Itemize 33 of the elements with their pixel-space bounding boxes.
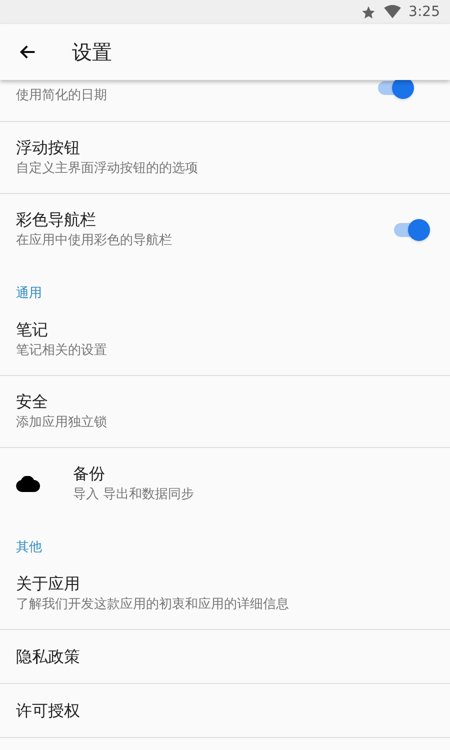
toggle-switch[interactable] xyxy=(392,219,430,241)
settings-row[interactable]: 关于应用 了解我们开发这款应用的初衷和应用的详细信息 xyxy=(0,558,450,630)
settings-row[interactable]: 使用简化的日期 xyxy=(0,80,450,122)
row-title: 备份 xyxy=(73,463,106,485)
row-title: 笔记 xyxy=(16,319,49,341)
row-title: 彩色导航栏 xyxy=(16,209,97,231)
row-subtitle: 了解我们开发这款应用的初衷和应用的详细信息 xyxy=(16,596,290,614)
row-title: 浮动按钮 xyxy=(16,137,81,159)
row-subtitle: 导入 导出和数据同步 xyxy=(73,486,196,504)
settings-row[interactable]: 许可授权 xyxy=(0,684,450,738)
status-time: 3:25 xyxy=(408,2,440,22)
settings-row[interactable]: 备份 导入 导出和数据同步 xyxy=(0,448,450,519)
row-subtitle: 笔记相关的设置 xyxy=(16,342,108,360)
row-subtitle: 添加应用独立锁 xyxy=(16,414,108,432)
wifi-icon xyxy=(384,5,401,19)
section-header: 通用 xyxy=(16,285,43,303)
screen-title: 设置 xyxy=(72,39,112,66)
settings-row[interactable]: 浮动按钮 自定义主界面浮动按钮的的选项 xyxy=(0,122,450,194)
row-title: 关于应用 xyxy=(16,573,81,595)
row-title: 安全 xyxy=(16,391,49,413)
section-header: 其他 xyxy=(16,539,43,557)
cloud-icon xyxy=(16,476,40,492)
settings-row[interactable]: 隐私政策 xyxy=(0,630,450,684)
row-title: 许可授权 xyxy=(16,700,81,722)
row-title: 隐私政策 xyxy=(16,646,81,668)
settings-row[interactable]: 笔记 笔记相关的设置 xyxy=(0,304,450,376)
row-subtitle: 在应用中使用彩色的导航栏 xyxy=(16,232,173,250)
star-icon xyxy=(360,4,376,20)
settings-row[interactable]: 彩色导航栏 在应用中使用彩色的导航栏 xyxy=(0,194,450,265)
toggle-switch[interactable] xyxy=(376,77,414,99)
settings-row[interactable]: 安全 添加应用独立锁 xyxy=(0,376,450,448)
row-subtitle: 自定义主界面浮动按钮的的选项 xyxy=(16,160,199,178)
row-subtitle: 使用简化的日期 xyxy=(16,87,108,105)
